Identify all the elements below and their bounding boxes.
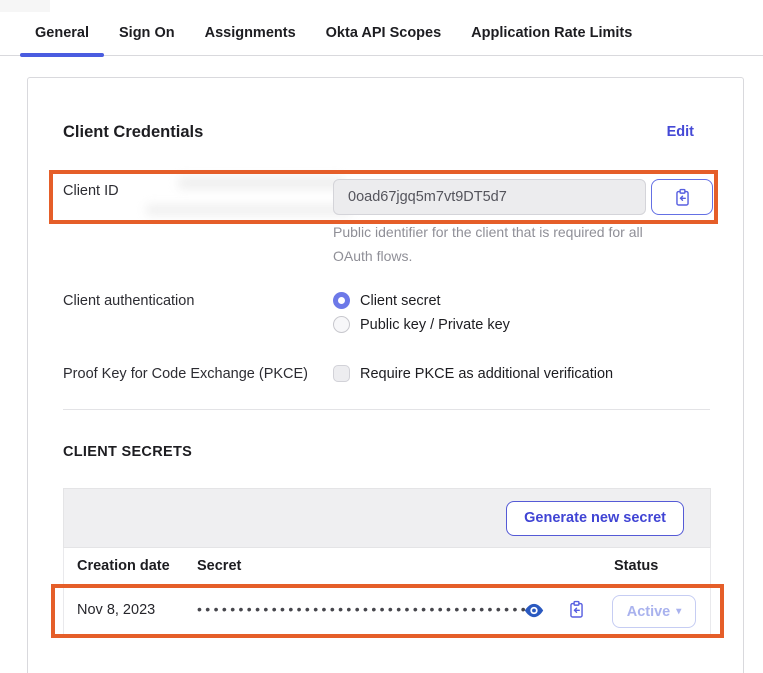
caret-down-icon: ▾ [676,606,681,617]
client-credentials-card: Client Credentials Edit Client ID 0oad67… [27,77,744,673]
secrets-table-header: Creation date Secret Status [63,548,711,586]
copy-secret-button[interactable] [567,600,587,620]
column-header-status: Status [614,558,658,574]
section-title-client-credentials: Client Credentials [63,123,203,142]
section-divider [63,409,710,410]
secret-table-row: Nov 8, 2023 ••••••••••••••••••••••••••••… [63,586,711,636]
client-authentication-label: Client authentication [63,293,194,309]
edit-link[interactable]: Edit [667,124,694,140]
client-secrets-toolbar: Generate new secret [63,488,711,548]
section-title-client-secrets: CLIENT SECRETS [63,444,192,460]
radio-client-secret-label[interactable]: Client secret [360,293,441,309]
client-id-help-text: Public identifier for the client that is… [333,220,685,268]
column-header-creation-date: Creation date [77,558,170,574]
blurred-artifact [146,205,351,215]
tab-sign-on[interactable]: Sign On [104,25,190,55]
clipboard-copy-icon [673,188,692,207]
blurred-artifact [178,177,343,189]
secret-creation-date: Nov 8, 2023 [77,602,155,618]
copy-client-id-button[interactable] [651,179,713,215]
radio-public-private-key[interactable] [333,316,350,333]
pkce-checkbox[interactable] [333,365,350,382]
secret-masked-value: •••••••••••••••••••••••••••••••••••••••• [197,601,532,617]
client-id-label: Client ID [63,183,119,199]
tab-assignments[interactable]: Assignments [190,25,311,55]
status-label: Active [627,604,671,620]
tab-general[interactable]: General [20,25,104,55]
eye-icon[interactable] [524,603,544,619]
radio-client-secret[interactable] [333,292,350,309]
client-id-field[interactable]: 0oad67jgq5m7vt9DT5d7 [333,179,646,215]
pkce-label: Proof Key for Code Exchange (PKCE) [63,366,308,382]
radio-public-private-key-label[interactable]: Public key / Private key [360,317,510,333]
tab-okta-api-scopes[interactable]: Okta API Scopes [311,25,457,55]
generate-new-secret-button[interactable]: Generate new secret [506,501,684,536]
column-header-secret: Secret [197,558,241,574]
tab-application-rate-limits[interactable]: Application Rate Limits [456,25,647,55]
app-tab-bar: General Sign On Assignments Okta API Sco… [0,0,763,56]
status-dropdown-button[interactable]: Active ▾ [612,595,696,628]
pkce-checkbox-label[interactable]: Require PKCE as additional verification [360,366,613,382]
